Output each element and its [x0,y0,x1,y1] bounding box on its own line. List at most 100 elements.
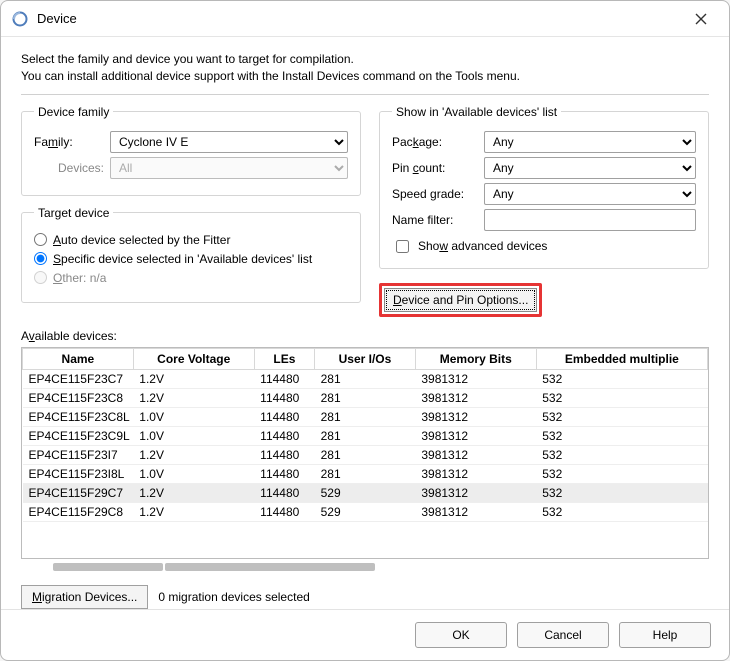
table-row[interactable]: EP4CE115F23C71.2V1144802813981312532 [23,369,708,388]
advanced-devices-checkbox[interactable] [396,240,409,253]
cell-cv: 1.2V [133,388,254,407]
device-dialog: Device Select the family and device you … [0,0,730,661]
divider [21,94,709,95]
table-row[interactable]: EP4CE115F23C8L1.0V1144802813981312532 [23,407,708,426]
col-memory-bits[interactable]: Memory Bits [415,348,536,369]
cell-em: 532 [536,407,707,426]
cell-cv: 1.0V [133,407,254,426]
app-icon [11,10,29,28]
device-pin-options-button[interactable]: Device and Pin Options... [384,288,537,312]
cell-em: 532 [536,369,707,388]
cell-mb: 3981312 [415,464,536,483]
cell-em: 532 [536,464,707,483]
close-icon[interactable] [683,5,719,33]
col-embedded-mult[interactable]: Embedded multiplie [536,348,707,369]
cell-io: 281 [315,426,416,445]
col-user-ios[interactable]: User I/Os [315,348,416,369]
available-devices-table[interactable]: Name Core Voltage LEs User I/Os Memory B… [21,347,709,559]
cell-em: 532 [536,426,707,445]
cell-cv: 1.2V [133,502,254,521]
table-row[interactable]: EP4CE115F23C9L1.0V1144802813981312532 [23,426,708,445]
ok-button[interactable]: OK [415,622,507,648]
show-in-group: Show in 'Available devices' list Package… [379,105,709,269]
cell-name: EP4CE115F23I7 [23,445,134,464]
cell-cv: 1.2V [133,445,254,464]
table-row[interactable]: EP4CE115F23I8L1.0V1144802813981312532 [23,464,708,483]
table-row[interactable]: EP4CE115F29C81.2V1144805293981312532 [23,502,708,521]
target-device-legend: Target device [34,206,113,220]
cell-le: 114480 [254,388,314,407]
device-family-group: Device family Family: Cyclone IV E Devic… [21,105,361,196]
cell-mb: 3981312 [415,483,536,502]
cell-name: EP4CE115F29C8 [23,502,134,521]
namefilter-label: Name filter: [392,213,478,227]
cancel-button[interactable]: Cancel [517,622,609,648]
cell-le: 114480 [254,426,314,445]
other-device-label: Other: n/a [53,271,106,285]
pincount-select[interactable]: Any [484,157,696,179]
cell-name: EP4CE115F29C7 [23,483,134,502]
speed-select[interactable]: Any [484,183,696,205]
target-device-group: Target device Auto device selected by th… [21,206,361,303]
specific-device-radio[interactable] [34,252,47,265]
devices-select: All [110,157,348,179]
table-row[interactable]: EP4CE115F23C81.2V1144802813981312532 [23,388,708,407]
advanced-devices-label[interactable]: Show advanced devices [418,239,547,253]
cell-cv: 1.2V [133,483,254,502]
table-header-row: Name Core Voltage LEs User I/Os Memory B… [23,348,708,369]
cell-cv: 1.2V [133,369,254,388]
dialog-footer: OK Cancel Help [1,609,729,660]
cell-name: EP4CE115F23C8L [23,407,134,426]
cell-mb: 3981312 [415,407,536,426]
package-select[interactable]: Any [484,131,696,153]
cell-le: 114480 [254,407,314,426]
table-row[interactable]: EP4CE115F29C71.2V1144805293981312532 [23,483,708,502]
package-label: Package: [392,135,478,149]
cell-em: 532 [536,445,707,464]
cell-mb: 3981312 [415,502,536,521]
migration-devices-button[interactable]: Migration Devices... [21,585,148,609]
cell-cv: 1.0V [133,464,254,483]
available-devices-label: Available devices: [21,329,709,343]
namefilter-input[interactable] [484,209,696,231]
devices-label: Devices: [34,161,104,175]
cell-le: 114480 [254,464,314,483]
cell-le: 114480 [254,445,314,464]
cell-io: 529 [315,483,416,502]
device-pin-options-highlight: Device and Pin Options... [379,283,542,317]
cell-name: EP4CE115F23C7 [23,369,134,388]
intro-line2: You can install additional device suppor… [21,68,709,85]
cell-mb: 3981312 [415,388,536,407]
family-select[interactable]: Cyclone IV E [110,131,348,153]
auto-device-radio[interactable] [34,233,47,246]
cell-io: 281 [315,445,416,464]
cell-em: 532 [536,502,707,521]
cell-mb: 3981312 [415,426,536,445]
cell-io: 281 [315,464,416,483]
cell-le: 114480 [254,502,314,521]
family-label: Family: [34,135,104,149]
dialog-body: Select the family and device you want to… [1,37,729,609]
cell-le: 114480 [254,369,314,388]
intro-text: Select the family and device you want to… [21,51,709,86]
auto-device-label[interactable]: Auto device selected by the Fitter [53,233,230,247]
specific-device-label[interactable]: Specific device selected in 'Available d… [53,252,312,266]
col-core-voltage[interactable]: Core Voltage [133,348,254,369]
col-name[interactable]: Name [23,348,134,369]
cell-name: EP4CE115F23I8L [23,464,134,483]
help-button[interactable]: Help [619,622,711,648]
col-les[interactable]: LEs [254,348,314,369]
show-in-legend: Show in 'Available devices' list [392,105,561,119]
horizontal-scrollbar[interactable] [21,559,709,573]
device-family-legend: Device family [34,105,113,119]
cell-em: 532 [536,388,707,407]
migration-status: 0 migration devices selected [158,590,309,604]
intro-line1: Select the family and device you want to… [21,51,709,68]
table-row[interactable]: EP4CE115F23I71.2V1144802813981312532 [23,445,708,464]
cell-cv: 1.0V [133,426,254,445]
cell-io: 281 [315,407,416,426]
window-title: Device [37,11,77,26]
other-device-radio [34,271,47,284]
cell-em: 532 [536,483,707,502]
speed-label: Speed grade: [392,187,478,201]
